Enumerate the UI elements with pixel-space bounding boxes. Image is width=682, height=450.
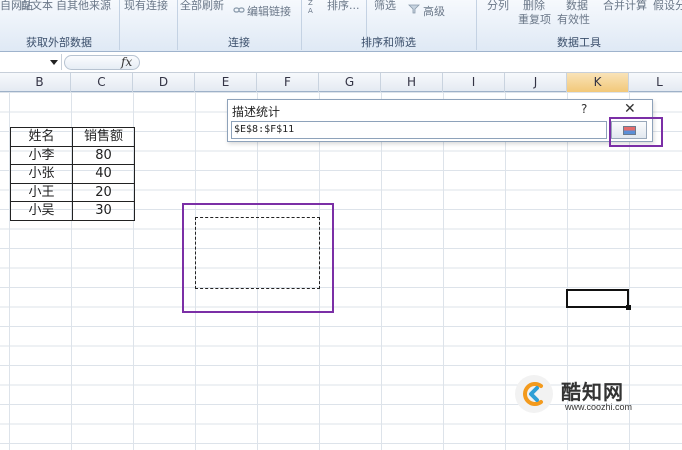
sales-table: 姓名 销售额 小李 80 小张 40 小王 20 小吴 30 <box>10 127 135 221</box>
chevron-down-icon[interactable] <box>50 60 58 65</box>
table-cell[interactable]: 小王 <box>10 182 73 202</box>
fill-handle[interactable] <box>626 305 631 310</box>
column-header[interactable]: D <box>133 73 195 92</box>
column-header[interactable]: B <box>9 73 71 92</box>
column-header-active[interactable]: K <box>567 73 629 92</box>
link-icon <box>233 7 245 13</box>
group-sort-filter: 排序和筛选 <box>361 36 416 49</box>
table-cell[interactable]: 小李 <box>10 145 73 165</box>
ribbon-text-to-columns[interactable]: 分列 <box>487 0 509 13</box>
watermark-name: 酷知网 <box>561 380 624 404</box>
column-header[interactable]: J <box>505 73 567 92</box>
ribbon-consolidate[interactable]: 合并计算 <box>603 0 647 13</box>
ribbon-from-text[interactable]: 自文本 <box>20 0 53 13</box>
sort-icon-bottom: A <box>308 7 313 15</box>
table-row: 小王 20 <box>10 182 135 202</box>
table-header-row: 姓名 销售额 <box>10 127 135 147</box>
ribbon-refresh-all[interactable]: 全部刷新 <box>180 0 224 13</box>
table-row: 小吴 30 <box>10 201 135 221</box>
table-header-cell[interactable]: 姓名 <box>10 127 73 147</box>
name-box[interactable] <box>0 54 62 70</box>
ribbon-duplicates[interactable]: 重复项 <box>518 11 551 27</box>
highlight-box-selection <box>182 203 334 313</box>
watermark-url: www.coozhi.com <box>565 402 633 412</box>
ribbon-validity[interactable]: 有效性 <box>557 11 590 27</box>
ribbon-edit-links[interactable]: 编辑链接 <box>247 3 291 19</box>
table-header-cell[interactable]: 销售额 <box>72 127 135 147</box>
range-input[interactable]: $E$8:$F$11 <box>231 121 607 139</box>
ribbon-filter[interactable]: 筛选 <box>374 0 396 13</box>
ribbon-from-other[interactable]: 自其他来源 <box>56 0 111 13</box>
formula-bar-pill: fx <box>64 55 140 70</box>
column-header[interactable]: G <box>319 73 381 92</box>
sort-icon-top: Z <box>308 0 313 7</box>
ribbon-sort[interactable]: 排序... <box>327 0 360 13</box>
table-row: 小李 80 <box>10 145 135 165</box>
ribbon: 自网站 自文本 自其他来源 现有连接 全部刷新 编辑链接 Z A 排序... 筛… <box>0 0 682 52</box>
column-header[interactable]: F <box>257 73 319 92</box>
sort-az-icon[interactable]: Z A <box>308 0 317 15</box>
dialog-title: 描述统计 <box>232 105 281 119</box>
active-cell[interactable] <box>566 289 629 308</box>
ribbon-existing-connections[interactable]: 现有连接 <box>124 0 168 13</box>
column-header[interactable]: L <box>629 73 682 92</box>
group-data-tools: 数据工具 <box>557 36 601 49</box>
table-cell[interactable]: 20 <box>72 182 135 202</box>
table-row: 小张 40 <box>10 164 135 184</box>
table-cell[interactable]: 80 <box>72 145 135 165</box>
group-get-external-data: 获取外部数据 <box>26 36 92 49</box>
descriptive-statistics-dialog: 描述统计 ? ✕ $E$8:$F$11 <box>227 99 653 142</box>
table-cell[interactable]: 小张 <box>10 164 73 184</box>
column-header[interactable]: I <box>443 73 505 92</box>
column-header[interactable]: H <box>381 73 443 92</box>
group-connections: 连接 <box>228 36 250 49</box>
help-icon[interactable]: ? <box>581 102 587 116</box>
column-header[interactable]: C <box>71 73 133 92</box>
table-cell[interactable]: 小吴 <box>10 201 73 221</box>
table-cell[interactable]: 30 <box>72 201 135 221</box>
table-cell[interactable]: 40 <box>72 164 135 184</box>
column-header-row: B C D E F G H I J K L <box>0 73 682 92</box>
ribbon-what-if[interactable]: 假设分 <box>653 0 682 13</box>
close-icon[interactable]: ✕ <box>624 101 636 117</box>
highlight-box-button <box>609 117 663 147</box>
fx-icon[interactable]: fx <box>121 55 132 69</box>
column-header[interactable]: E <box>195 73 257 92</box>
watermark-logo-icon <box>515 375 553 413</box>
ribbon-advanced[interactable]: 高级 <box>423 3 445 19</box>
formula-bar: fx <box>0 52 682 73</box>
advanced-filter-icon <box>408 4 420 14</box>
